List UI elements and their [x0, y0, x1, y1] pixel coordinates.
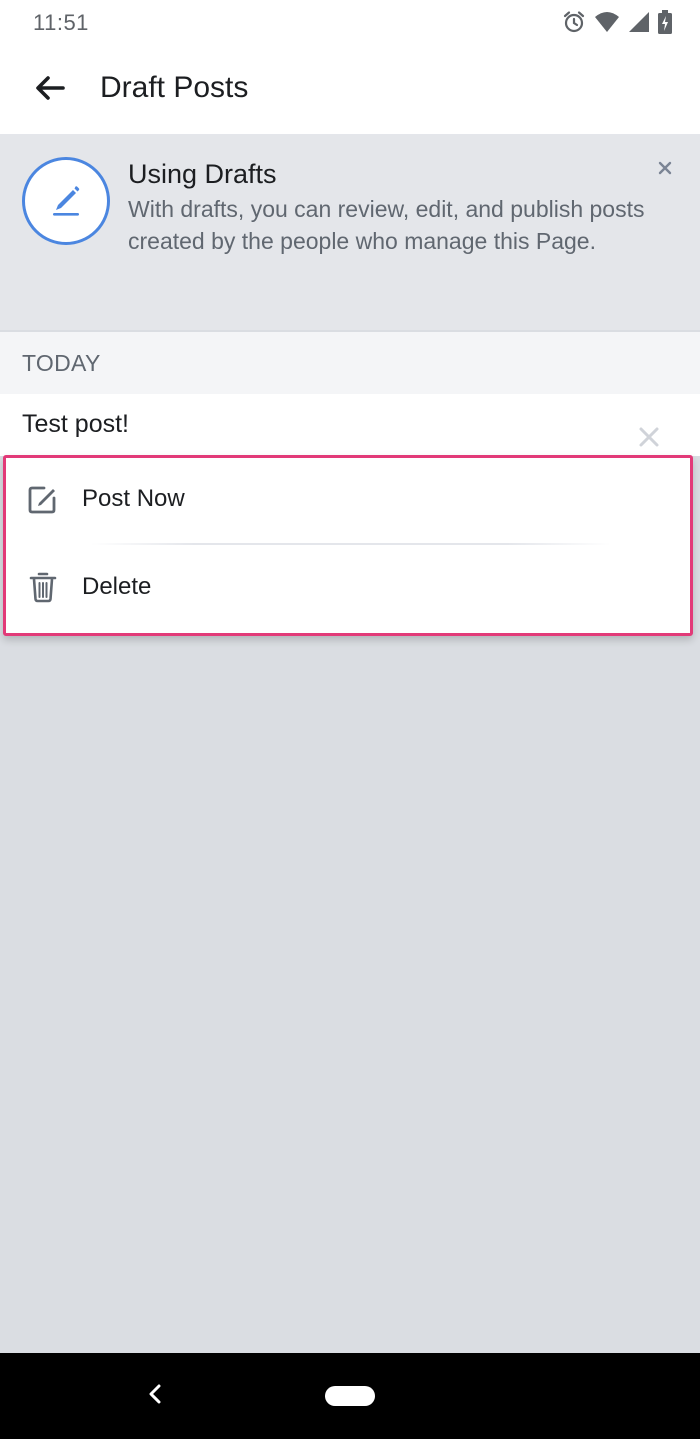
wifi-icon [594, 11, 620, 33]
pencil-icon [44, 177, 88, 226]
alarm-icon [562, 10, 586, 34]
nav-back-button[interactable] [140, 1381, 170, 1411]
system-nav-bar [0, 1353, 700, 1439]
banner-title: Using Drafts [128, 159, 277, 189]
home-pill-icon[interactable] [325, 1386, 375, 1406]
menu-divider [91, 543, 611, 545]
banner-icon-circle [22, 157, 110, 245]
info-banner: Using Drafts With drafts, you can review… [0, 135, 700, 330]
draft-post-text: Test post! [22, 410, 129, 438]
battery-icon [658, 10, 672, 34]
post-action-menu: Post Now Delete [3, 455, 693, 636]
delete-label: Delete [82, 573, 152, 600]
status-time: 11:51 [33, 10, 89, 35]
draft-post-row[interactable]: Test post! [0, 394, 700, 456]
close-icon [658, 161, 672, 180]
nav-back-icon [147, 1383, 163, 1410]
page-title: Draft Posts [100, 71, 249, 104]
signal-icon [628, 11, 650, 33]
arrow-left-icon [35, 75, 65, 106]
section-header-today: TODAY [0, 332, 700, 394]
section-header-label: TODAY [22, 350, 101, 376]
status-icons [562, 9, 672, 35]
post-now-menu-item[interactable]: Post Now [6, 458, 690, 544]
status-bar: 11:51 [0, 0, 700, 45]
app-bar: Draft Posts [0, 45, 700, 135]
trash-icon [26, 570, 60, 604]
delete-menu-item[interactable]: Delete [6, 546, 690, 632]
banner-close-button[interactable] [652, 157, 678, 183]
banner-description: With drafts, you can review, edit, and p… [128, 196, 645, 254]
post-now-label: Post Now [82, 485, 185, 512]
back-button[interactable] [22, 65, 78, 115]
post-options-icon[interactable] [636, 424, 662, 450]
compose-icon [26, 482, 60, 516]
